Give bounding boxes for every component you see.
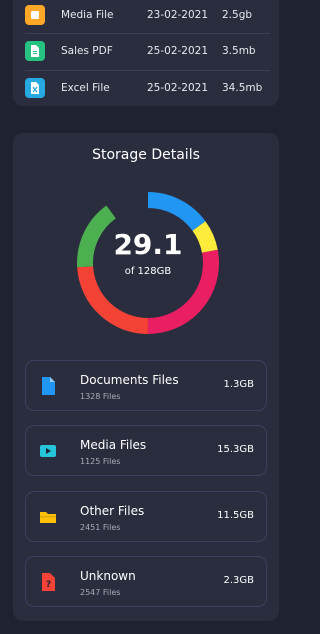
recent-files-card: Media File 23-02-2021 2.5gb Sales PDF 25…	[13, 0, 279, 106]
storage-item-other[interactable]: Other Files 2451 Files 11.5GB	[25, 491, 267, 542]
storage-item-count: 1328 Files	[80, 392, 121, 401]
storage-item-documents[interactable]: Documents Files 1328 Files 1.3GB	[25, 360, 267, 411]
storage-details-card: Storage Details 29.1 of 128GB Documents …	[13, 133, 279, 621]
file-date: 23-02-2021	[147, 9, 209, 21]
storage-used-value: 29.1	[113, 228, 183, 261]
storage-item-label: Other Files	[80, 504, 145, 518]
storage-total-label: of 128GB	[124, 266, 172, 277]
excel-file-icon	[25, 78, 45, 98]
storage-item-media[interactable]: Media Files 1125 Files 15.3GB	[25, 425, 267, 476]
media-play-icon	[40, 445, 56, 457]
storage-item-amount: 1.3GB	[223, 379, 254, 390]
document-icon	[42, 377, 55, 395]
storage-item-count: 1125 Files	[80, 457, 121, 466]
file-date: 25-02-2021	[147, 82, 209, 94]
file-name: Excel File	[61, 82, 110, 94]
file-size: 2.5gb	[222, 9, 253, 21]
app-screen: Media File 23-02-2021 2.5gb Sales PDF 25…	[0, 0, 295, 634]
storage-item-amount: 2.3GB	[223, 575, 254, 586]
file-name: Sales PDF	[61, 45, 113, 57]
file-name: Media File	[61, 9, 114, 21]
storage-item-count: 2547 Files	[80, 588, 121, 597]
media-file-icon	[25, 5, 45, 25]
storage-item-amount: 15.3GB	[217, 444, 254, 455]
recent-file-row[interactable]: Sales PDF 25-02-2021 3.5mb	[25, 33, 270, 69]
file-date: 25-02-2021	[147, 45, 209, 57]
unknown-file-icon: ?	[42, 573, 55, 591]
donut-center: 29.1 of 128GB	[73, 228, 223, 278]
folder-icon	[40, 512, 56, 523]
storage-item-label: Media Files	[80, 438, 147, 452]
pdf-file-icon	[25, 41, 45, 61]
svg-text:?: ?	[46, 580, 51, 590]
storage-item-amount: 11.5GB	[217, 510, 254, 521]
storage-title: Storage Details	[92, 147, 200, 163]
file-size: 34.5mb	[222, 82, 263, 94]
storage-item-label: Documents Files	[80, 373, 179, 387]
recent-file-row[interactable]: Media File 23-02-2021 2.5gb	[25, 0, 270, 33]
storage-item-unknown[interactable]: ? Unknown 2547 Files 2.3GB	[25, 556, 267, 607]
file-size: 3.5mb	[222, 45, 256, 57]
recent-file-row[interactable]: Excel File 25-02-2021 34.5mb	[25, 70, 270, 106]
storage-item-count: 2451 Files	[80, 523, 121, 532]
storage-item-label: Unknown	[80, 569, 136, 583]
